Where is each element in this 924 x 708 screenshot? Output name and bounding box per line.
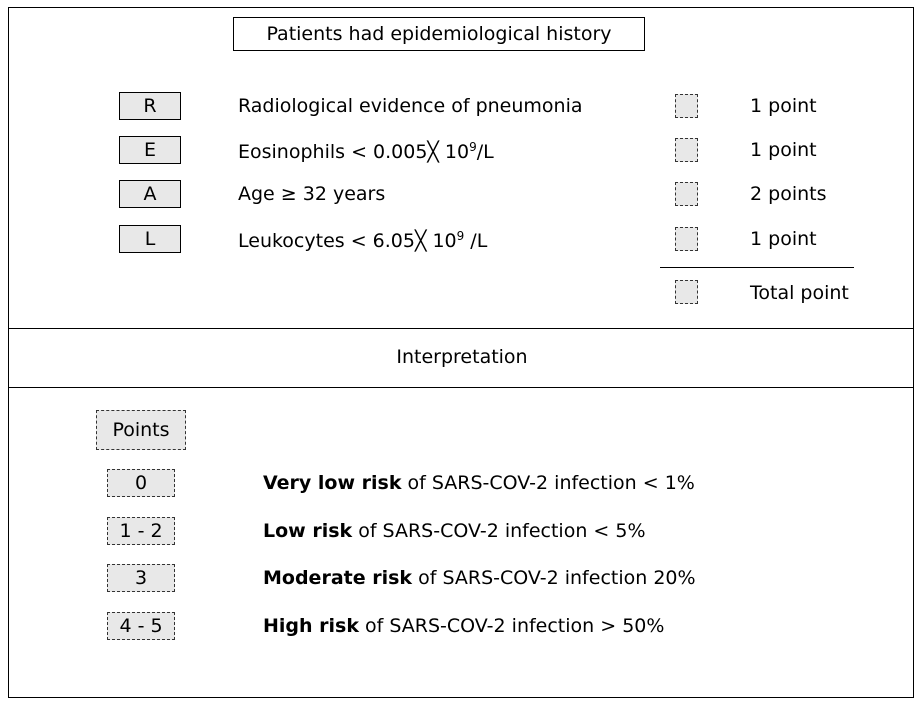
title-text: Patients had epidemiological history [266, 23, 612, 45]
score-checkbox[interactable] [675, 182, 698, 206]
criterion-text: Leukocytes < 6.05╳ 109 /L [238, 230, 487, 251]
interpretation-heading: Interpretation [396, 346, 528, 368]
risk-level: Moderate risk [263, 567, 413, 589]
letter-box-r: R [119, 92, 181, 120]
letter-label: E [143, 139, 156, 161]
risk-description: of SARS-COV-2 infection < 5% [352, 520, 646, 542]
risk-description: of SARS-COV-2 infection 20% [412, 567, 696, 589]
section-divider [8, 328, 914, 329]
range-box: 0 [107, 469, 175, 497]
score-checkbox[interactable] [675, 138, 698, 162]
criterion-unit: /L [464, 230, 488, 252]
letter-label: A [143, 183, 157, 205]
risk-text: High risk of SARS-COV-2 infection > 50% [263, 617, 664, 636]
letter-label: L [144, 228, 156, 250]
criterion-text: Radiological evidence of pneumonia [238, 97, 583, 116]
points-value: 1 point [750, 228, 817, 250]
letter-label: R [143, 95, 157, 117]
section-divider [8, 387, 914, 388]
range-box: 3 [107, 564, 175, 592]
risk-description: of SARS-COV-2 infection < 1% [401, 472, 695, 494]
criterion-text: Age ≥ 32 years [238, 185, 385, 204]
risk-text: Low risk of SARS-COV-2 infection < 5% [263, 522, 646, 541]
risk-text: Very low risk of SARS-COV-2 infection < … [263, 474, 695, 493]
superscript: 9 [469, 140, 477, 154]
range-label: 3 [134, 567, 148, 589]
title-box: Patients had epidemiological history [233, 17, 645, 51]
points-header: Points [96, 410, 186, 450]
range-label: 0 [134, 472, 148, 494]
criterion-label: Radiological evidence of pneumonia [238, 95, 583, 117]
range-label: 1 - 2 [119, 520, 163, 542]
letter-box-e: E [119, 136, 181, 164]
risk-level: Low risk [263, 520, 353, 542]
sum-divider [660, 267, 854, 268]
risk-level: High risk [263, 615, 359, 637]
score-checkbox[interactable] [675, 227, 698, 251]
points-value: 1 point [750, 139, 817, 161]
points-value: 1 point [750, 95, 817, 117]
score-checkbox[interactable] [675, 94, 698, 118]
letter-box-a: A [119, 180, 181, 208]
range-box: 1 - 2 [107, 517, 175, 545]
points-value: 2 points [750, 183, 827, 205]
criterion-unit: /L [476, 141, 494, 163]
criterion-label: Leukocytes < 6.05╳ 10 [238, 230, 457, 252]
total-checkbox[interactable] [675, 280, 698, 304]
criterion-text: Eosinophils < 0.005╳ 109/L [238, 141, 494, 162]
risk-level: Very low risk [263, 472, 402, 494]
criterion-label: Age ≥ 32 years [238, 183, 386, 205]
risk-text: Moderate risk of SARS-COV-2 infection 20… [263, 569, 696, 588]
letter-box-l: L [119, 225, 181, 253]
range-box: 4 - 5 [107, 612, 175, 640]
range-label: 4 - 5 [119, 615, 163, 637]
criterion-label: Eosinophils < 0.005╳ 10 [238, 141, 470, 163]
risk-description: of SARS-COV-2 infection > 50% [358, 615, 665, 637]
total-label: Total point [750, 282, 849, 304]
points-header-label: Points [112, 419, 170, 441]
